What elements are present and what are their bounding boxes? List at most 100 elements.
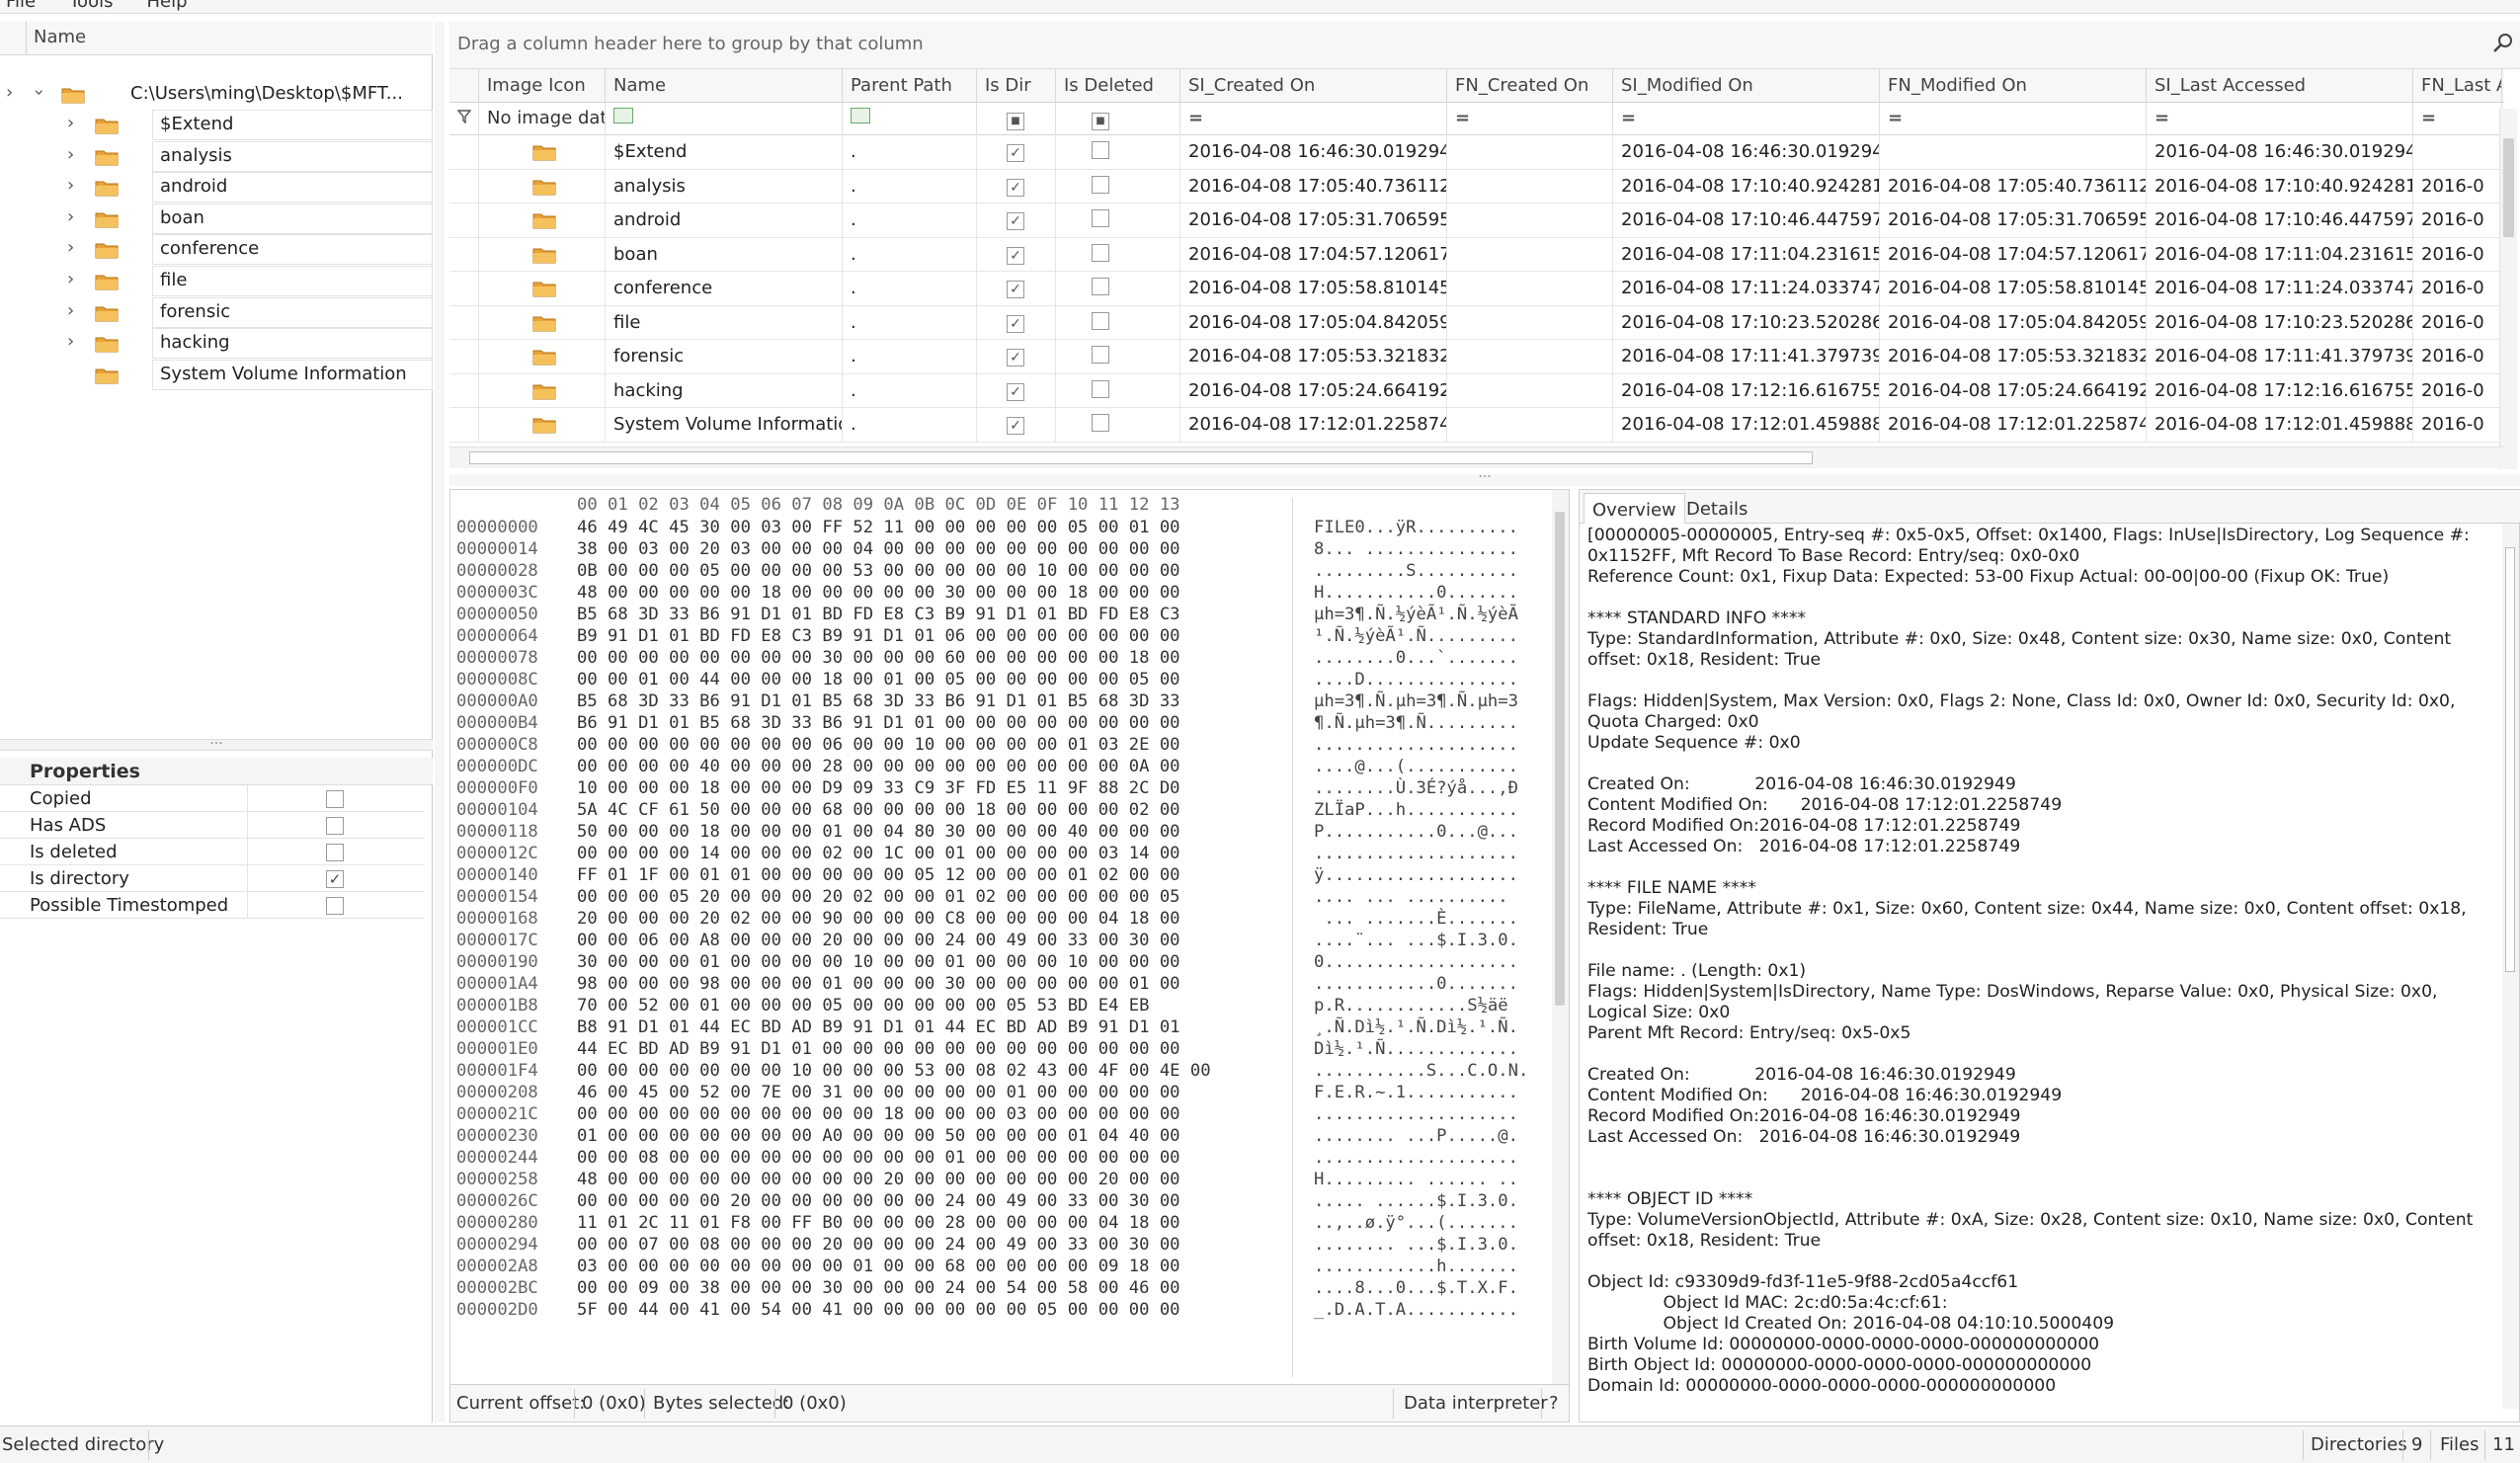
hex-ascii[interactable]: 8... ............... xyxy=(1314,539,1518,559)
hex-row[interactable]: 000002BC 00 00 09 00 38 00 00 00 30 00 00… xyxy=(456,1278,1518,1300)
hex-ascii[interactable]: ...........S...C.O.N. xyxy=(1314,1061,1528,1081)
scroll-thumb[interactable] xyxy=(469,451,1813,464)
hex-ascii[interactable]: ........Ù.3É?ýå...,Ð xyxy=(1314,778,1518,798)
hex-ascii[interactable]: ............0....... xyxy=(1314,974,1518,994)
data-interpreter-button[interactable]: Data interpreter xyxy=(1404,1393,1548,1414)
tree-item[interactable]: › file xyxy=(0,266,433,296)
hex-ascii[interactable]: µh=3¶.Ñ.µh=3¶.Ñ.µh=3 xyxy=(1314,691,1518,711)
hex-row[interactable]: 0000008C 00 00 01 00 44 00 00 00 18 00 01… xyxy=(456,670,1518,691)
hex-ascii[interactable]: Dì½.¹.Ñ............. xyxy=(1314,1039,1518,1059)
hex-row[interactable]: 000001B8 70 00 52 00 01 00 00 00 05 00 00… xyxy=(456,996,1508,1017)
filter-date-cell[interactable]: = xyxy=(1180,103,1447,135)
hex-ascii[interactable]: .................... xyxy=(1314,1104,1518,1124)
column-header[interactable]: FN_Modified On xyxy=(1880,69,2147,103)
table-row[interactable]: analysis. ✓ 2016-04-08 17:05:40.7361121 201… xyxy=(449,169,2504,203)
hex-bytes[interactable]: 48 00 00 00 00 00 00 00 00 00 20 00 00 0… xyxy=(577,1170,1180,1189)
hex-ascii[interactable]: ....D............... xyxy=(1314,670,1518,690)
hex-bytes[interactable]: 46 49 4C 45 30 00 03 00 FF 52 11 00 00 0… xyxy=(577,518,1180,537)
hex-row[interactable]: 00000000 46 49 4C 45 30 00 03 00 FF 52 11… xyxy=(456,518,1518,539)
cell-is-deleted[interactable] xyxy=(1056,169,1180,203)
grid-vertical-scrollbar[interactable] xyxy=(2499,109,2517,469)
hex-row[interactable]: 00000280 11 01 2C 11 01 F8 00 FF B0 00 00… xyxy=(456,1213,1518,1235)
cell-is-deleted[interactable] xyxy=(1056,237,1180,272)
hex-ascii[interactable]: ÿ................... xyxy=(1314,865,1518,885)
cell-is-dir[interactable]: ✓ xyxy=(977,272,1056,306)
tree-item[interactable]: › forensic xyxy=(0,296,433,328)
left-splitter[interactable]: ··· xyxy=(0,737,433,751)
hex-row[interactable]: 00000050 B5 68 3D 33 B6 91 D1 01 BD FD E8… xyxy=(456,605,1518,626)
hex-bytes[interactable]: B5 68 3D 33 B6 91 D1 01 BD FD E8 C3 B9 9… xyxy=(577,605,1180,624)
column-header[interactable]: SI_Modified On xyxy=(1613,69,1880,103)
hex-ascii[interactable]: ¶.Ñ.µh=3¶.Ñ......... xyxy=(1314,713,1518,733)
hex-bytes[interactable]: 00 00 06 00 A8 00 00 00 20 00 00 00 24 0… xyxy=(577,931,1180,950)
hex-row[interactable]: 00000244 00 00 08 00 00 00 00 00 00 00 00… xyxy=(456,1148,1518,1170)
table-row[interactable]: hacking. ✓ 2016-04-08 17:05:24.6641929 2016… xyxy=(449,373,2504,408)
hex-ascii[interactable]: .... ... .......... xyxy=(1314,887,1508,907)
hex-ascii[interactable]: .................... xyxy=(1314,1148,1518,1168)
hex-vertical-scrollbar[interactable] xyxy=(1552,490,1569,1384)
cell-is-dir[interactable]: ✓ xyxy=(977,203,1056,238)
filter-date-cell[interactable]: = xyxy=(2147,103,2413,135)
property-checkbox[interactable] xyxy=(326,844,344,861)
tree-item[interactable]: System Volume Information xyxy=(0,359,433,390)
cell-is-deleted[interactable] xyxy=(1056,305,1180,340)
table-row[interactable]: conference. ✓ 2016-04-08 17:05:58.8101459 2… xyxy=(449,272,2504,306)
column-header[interactable]: Is Deleted xyxy=(1056,69,1180,103)
hex-bytes[interactable]: 00 00 00 00 00 00 00 00 00 00 18 00 00 0… xyxy=(577,1104,1180,1124)
hex-row[interactable]: 00000064 B9 91 D1 01 BD FD E8 C3 B9 91 D1… xyxy=(456,626,1518,648)
hex-bytes[interactable]: B5 68 3D 33 B6 91 D1 01 B5 68 3D 33 B6 9… xyxy=(577,691,1180,711)
table-row[interactable]: boan. ✓ 2016-04-08 17:04:57.1206175 2016-04… xyxy=(449,237,2504,272)
column-header[interactable]: Is Dir xyxy=(977,69,1056,103)
hex-ascii[interactable]: H......... ...... .. xyxy=(1314,1170,1518,1189)
tree-item[interactable]: › boan xyxy=(0,203,433,234)
hex-ascii[interactable]: ¹.Ñ.½ýèÃ¹.Ñ......... xyxy=(1314,626,1518,646)
filter-date-cell[interactable]: = xyxy=(2413,103,2502,135)
table-row[interactable]: forensic. ✓ 2016-04-08 17:05:53.3218320 201… xyxy=(449,340,2504,374)
menu-tools[interactable]: Tools xyxy=(69,0,113,12)
hex-row[interactable]: 00000294 00 00 07 00 08 00 00 00 20 00 00… xyxy=(456,1235,1518,1257)
tree-item[interactable]: › conference xyxy=(0,234,433,266)
hex-ascii[interactable]: 0................... xyxy=(1314,952,1518,972)
filter-date-cell[interactable]: = xyxy=(1880,103,2147,135)
table-row[interactable]: $Extend. ✓ 2016-04-08 16:46:30.0192949 2016… xyxy=(449,135,2504,170)
chevron-down-icon[interactable]: › xyxy=(29,89,49,96)
hex-row[interactable]: 000000A0 B5 68 3D 33 B6 91 D1 01 B5 68 3D… xyxy=(456,691,1518,713)
hex-bytes[interactable]: 00 00 09 00 38 00 00 00 30 00 00 00 24 0… xyxy=(577,1278,1180,1298)
property-checkbox[interactable] xyxy=(326,817,344,835)
tree-item[interactable]: › android xyxy=(0,172,433,203)
hex-bytes[interactable]: 44 EC BD AD B9 91 D1 01 00 00 00 00 00 0… xyxy=(577,1039,1180,1059)
hex-ascii[interactable]: .........S.......... xyxy=(1314,561,1518,581)
cell-is-dir[interactable]: ✓ xyxy=(977,340,1056,374)
hex-bytes[interactable]: 0B 00 00 00 05 00 00 00 00 53 00 00 00 0… xyxy=(577,561,1180,581)
hex-bytes[interactable]: 50 00 00 00 18 00 00 00 01 00 04 80 30 0… xyxy=(577,822,1180,842)
horizontal-splitter[interactable]: ··· xyxy=(449,470,2520,486)
hex-content[interactable]: 00 01 02 03 04 05 06 07 08 09 0A 0B 0C 0… xyxy=(450,490,1552,1384)
hex-row[interactable]: 000000F0 10 00 00 00 18 00 00 00 D9 09 33… xyxy=(456,778,1518,800)
hex-bytes[interactable]: 00 00 01 00 44 00 00 00 18 00 01 00 05 0… xyxy=(577,670,1180,690)
hex-row[interactable]: 0000003C 48 00 00 00 00 00 18 00 00 00 00… xyxy=(456,583,1518,605)
hex-row[interactable]: 000001A4 98 00 00 00 98 00 00 00 01 00 00… xyxy=(456,974,1518,996)
hex-row[interactable]: 000000B4 B6 91 D1 01 B5 68 3D 33 B6 91 D1… xyxy=(456,713,1518,735)
hex-ascii[interactable]: .................... xyxy=(1314,844,1518,863)
tree-root-row[interactable]: › › C:\Users\ming\Desktop\$MFT... xyxy=(0,79,433,110)
scroll-thumb[interactable] xyxy=(1555,512,1565,1006)
hex-bytes[interactable]: 46 00 45 00 52 00 7E 00 31 00 00 00 00 0… xyxy=(577,1083,1180,1102)
cell-is-dir[interactable]: ✓ xyxy=(977,373,1056,408)
hex-bytes[interactable]: 01 00 00 00 00 00 00 00 A0 00 00 00 50 0… xyxy=(577,1126,1180,1146)
hex-row[interactable]: 00000078 00 00 00 00 00 00 00 00 30 00 00… xyxy=(456,648,1518,670)
hex-bytes[interactable]: 70 00 52 00 01 00 00 00 05 00 00 00 00 0… xyxy=(577,996,1149,1016)
expand-icon[interactable]: › xyxy=(67,206,74,227)
hex-row[interactable]: 0000017C 00 00 06 00 A8 00 00 00 20 00 00… xyxy=(456,931,1518,952)
cell-is-deleted[interactable] xyxy=(1056,340,1180,374)
hex-ascii[interactable]: µh=3¶.Ñ.½ýèÃ¹.Ñ.½ýèÃ xyxy=(1314,605,1518,624)
column-header[interactable]: Image Icon xyxy=(479,69,606,103)
hex-bytes[interactable]: 20 00 00 00 20 02 00 00 90 00 00 00 C8 0… xyxy=(577,909,1180,929)
filter-isdir-cell[interactable]: ■ xyxy=(977,103,1056,135)
filter-isdeleted-cell[interactable]: ■ xyxy=(1056,103,1180,135)
filter-icon[interactable] xyxy=(449,103,479,135)
cell-is-dir[interactable]: ✓ xyxy=(977,169,1056,203)
column-header[interactable]: SI_Created On xyxy=(1180,69,1447,103)
column-header[interactable]: Parent Path xyxy=(843,69,977,103)
help-button[interactable]: ? xyxy=(1549,1393,1559,1414)
filter-date-cell[interactable]: = xyxy=(1613,103,1880,135)
